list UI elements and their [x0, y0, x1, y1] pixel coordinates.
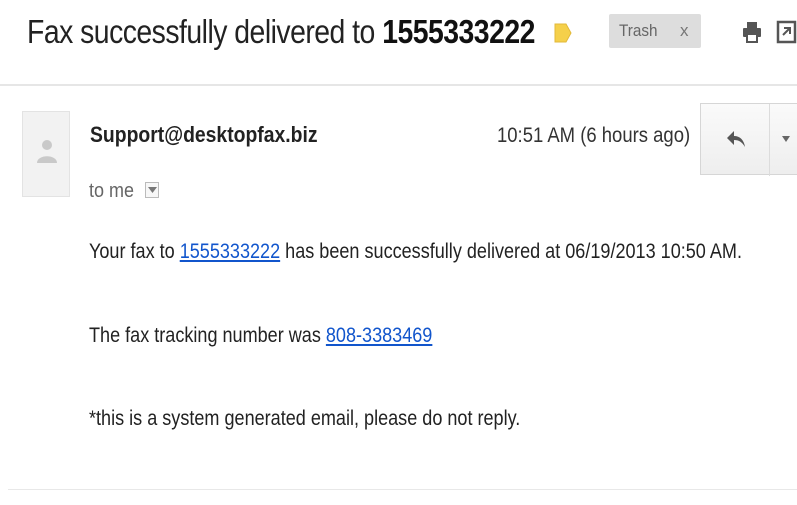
more-options-button[interactable] — [769, 104, 797, 176]
reply-icon — [727, 131, 745, 147]
fax-number-link[interactable]: 1555333222 — [180, 240, 280, 263]
sender-address[interactable]: Support@desktopfax.biz — [90, 122, 318, 148]
tracking-number-link[interactable]: 808-3383469 — [326, 324, 432, 347]
email-subject: Fax successfully delivered to 1555333222 — [27, 10, 535, 54]
sender-avatar — [22, 111, 70, 197]
reply-button[interactable] — [701, 104, 769, 176]
message-header: Fax successfully delivered to 1555333222… — [0, 0, 797, 86]
label-chip-text: Trash — [619, 21, 658, 40]
default-avatar-icon — [37, 140, 57, 163]
delivery-text-prefix: Your fax to — [89, 240, 180, 263]
message-divider — [8, 489, 797, 490]
new-window-icon[interactable] — [776, 20, 797, 44]
important-label-icon[interactable] — [553, 22, 573, 44]
subject-text: Fax successfully delivered to — [27, 13, 383, 50]
print-icon[interactable] — [740, 20, 764, 44]
tracking-text-prefix: The fax tracking number was — [89, 324, 326, 347]
body-delivery-line: Your fax to 1555333222 has been successf… — [89, 240, 742, 264]
reply-button-group — [700, 103, 797, 176]
message-timestamp: 10:51 AM (6 hours ago) — [497, 124, 691, 147]
body-tracking-line: The fax tracking number was 808-3383469 — [89, 324, 432, 348]
subject-fax-number: 1555333222 — [382, 13, 535, 50]
body-disclaimer-line: *this is a system generated email, pleas… — [89, 407, 521, 430]
remove-label-button[interactable]: x — [680, 21, 689, 41]
delivery-text-suffix: has been successfully delivered at 06/19… — [280, 240, 742, 263]
show-details-icon — [148, 187, 157, 193]
recipient-text: to me — [89, 180, 135, 202]
more-options-arrow-icon — [782, 136, 790, 142]
label-chip-trash: Trash x — [609, 14, 701, 48]
show-details-button[interactable] — [145, 182, 159, 198]
